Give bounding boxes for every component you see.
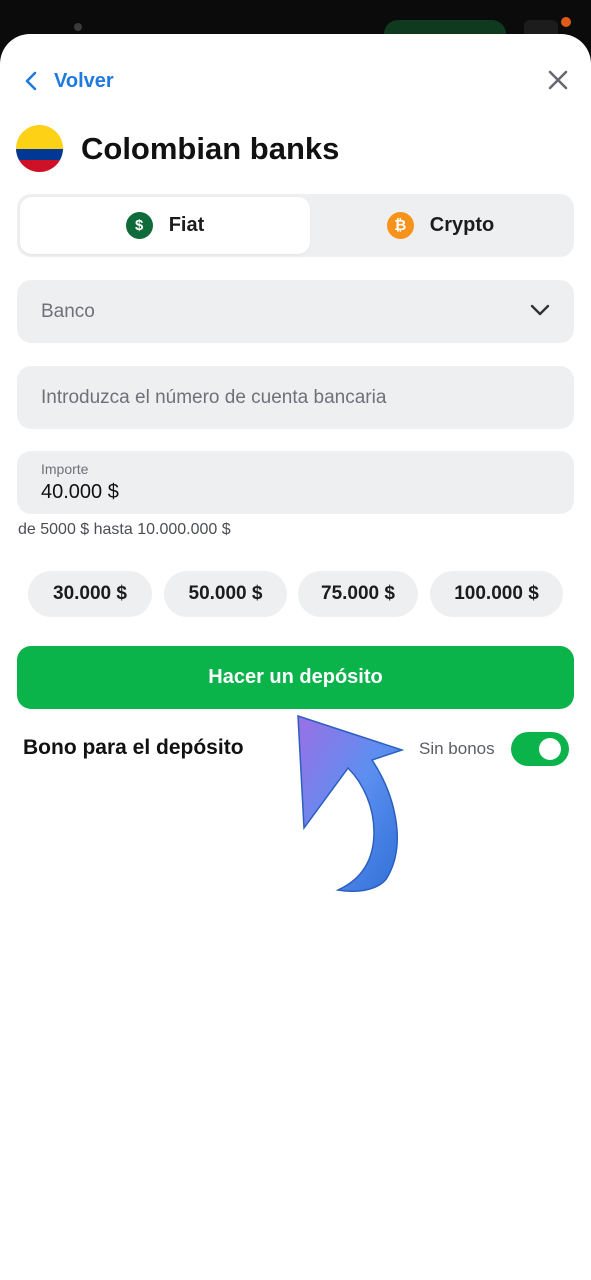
page-header: Colombian banks [16, 125, 339, 172]
colombia-flag-icon [16, 125, 63, 172]
tab-crypto-label: Crypto [429, 214, 495, 236]
account-number-input[interactable] [41, 384, 551, 412]
account-number-field[interactable] [17, 366, 574, 429]
bank-select[interactable]: Banco [17, 280, 574, 343]
amount-value[interactable]: 40.000 $ [41, 481, 119, 504]
quick-amount-50000[interactable]: 50.000 $ [164, 571, 287, 617]
make-deposit-button[interactable]: Hacer un depósito [17, 646, 574, 709]
page-title: Colombian banks [81, 130, 340, 166]
tab-crypto[interactable]: ₿ Crypto [310, 197, 571, 254]
camera-dot [74, 23, 82, 31]
payment-type-tabs: $ Fiat ₿ Crypto [17, 194, 574, 257]
back-label: Volver [54, 69, 114, 92]
quick-amount-30000[interactable]: 30.000 $ [28, 571, 152, 617]
quick-amount-75000[interactable]: 75.000 $ [298, 571, 418, 617]
tab-fiat-label: Fiat [168, 214, 205, 236]
amount-label: Importe [41, 461, 89, 477]
amount-range-hint: de 5000 $ hasta 10.000.000 $ [18, 521, 231, 538]
bitcoin-icon: ₿ [386, 212, 414, 239]
notification-dot [561, 17, 571, 27]
pointer-arrow-icon [297, 714, 405, 892]
back-button[interactable]: Volver [22, 66, 114, 96]
bank-select-value: Banco [41, 301, 95, 322]
dollar-coin-icon: $ [125, 212, 153, 239]
no-bonus-toggle[interactable] [511, 732, 569, 766]
chevron-down-icon [530, 304, 550, 316]
quick-amount-100000[interactable]: 100.000 $ [430, 571, 563, 617]
close-icon[interactable] [546, 68, 570, 92]
amount-field[interactable]: Importe 40.000 $ [17, 451, 574, 514]
chevron-left-icon [25, 71, 37, 91]
bonus-state-text: Sin bonos [419, 739, 495, 758]
tab-fiat[interactable]: $ Fiat [20, 197, 310, 254]
toggle-knob [539, 738, 561, 760]
deposit-bonus-label: Bono para el depósito [23, 736, 244, 759]
